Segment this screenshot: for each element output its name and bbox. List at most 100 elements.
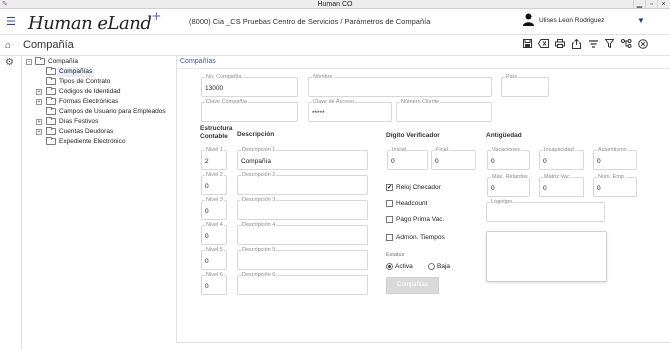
sort-icon[interactable] [585, 39, 602, 52]
checkbox-box[interactable] [386, 216, 393, 223]
descripcion-2-field[interactable]: Descripción 2 [237, 172, 368, 195]
nivel-5-field[interactable]: Nivel 5 0 [201, 247, 227, 270]
close-window-button[interactable]: × [657, 0, 669, 9]
checkbox-label: Pago Prima Vac. [396, 216, 445, 223]
minimize-button[interactable]: ▁ [633, 0, 645, 9]
close-circle-icon[interactable] [635, 39, 652, 52]
field-value: 0 [435, 158, 439, 165]
tree-item-dias-festivos[interactable]: + Días Festivos [24, 117, 174, 127]
radio-unselected[interactable] [428, 263, 435, 270]
window-controls: ▁ ▫ × [633, 0, 669, 9]
print-icon[interactable] [552, 39, 569, 52]
expand-toggle[interactable]: + [36, 119, 42, 125]
clave-compania-field[interactable]: Clave Compañía [201, 99, 298, 122]
tree-item-cuentas-deudoras[interactable]: + Cuentas Deudoras [24, 127, 174, 137]
field-label: Número Cliente [400, 99, 441, 106]
filter-icon[interactable] [602, 39, 619, 52]
pais-field[interactable]: País [501, 74, 549, 97]
left-rail-divider [21, 56, 22, 350]
ausentismo-field[interactable]: Ausentismo 0 [593, 147, 637, 170]
field-label: Incapacidad [543, 147, 575, 154]
field-value: 0 [205, 233, 209, 240]
clave-acceso-field[interactable]: Clave de Acceso ***** [308, 99, 392, 122]
section-divider [177, 68, 670, 69]
logo-preview-box[interactable] [486, 231, 607, 282]
field-label: Nivel 5 [205, 247, 224, 254]
export-icon[interactable] [569, 38, 586, 52]
field-label: Nivel 3 [205, 197, 224, 204]
field-label: Clave Compañía [205, 99, 248, 106]
vacaciones-field[interactable]: Vacaciones 0 [487, 147, 530, 170]
nivel-4-field[interactable]: Nivel 4 0 [201, 222, 227, 245]
field-value: 13000 [205, 85, 224, 92]
no-compania-field[interactable]: No. Compañía 13000 [201, 74, 298, 97]
checkbox-box[interactable] [386, 234, 393, 241]
expand-toggle[interactable]: + [36, 129, 42, 135]
field-value: 0 [205, 208, 209, 215]
field-label: No. Compañía [205, 74, 243, 81]
field-value: 0 [543, 185, 547, 192]
field-value: 0 [597, 158, 601, 165]
checkbox-box[interactable] [386, 200, 393, 207]
descripcion-5-field[interactable]: Descripción 5 [237, 247, 368, 270]
user-menu[interactable]: Ulises Leon Rodriguez ▼ [523, 13, 648, 29]
checkbox-label: Headcount [396, 200, 428, 207]
window-titlebar: ✎ Human CO ▁ ▫ × [0, 0, 670, 9]
field-value: 0 [597, 185, 601, 192]
descripcion-1-field[interactable]: Descripción 1 Compañía [237, 147, 368, 170]
radio-selected[interactable] [386, 263, 393, 270]
tree-item-companias[interactable]: Compañías [24, 67, 174, 77]
nivel-2-field[interactable]: Nivel 2 0 [201, 172, 227, 195]
field-value: 0 [491, 185, 495, 192]
tree-root[interactable]: − Compañía [24, 57, 174, 67]
menu-icon[interactable]: ☰ [6, 15, 16, 28]
home-icon[interactable]: ⌂ [5, 40, 11, 51]
inicial-field[interactable]: Inicial 0 [387, 147, 428, 170]
field-label: Logotipo [490, 199, 514, 206]
max-retardos-field[interactable]: Máx. Retardos 0 [487, 174, 530, 197]
final-field[interactable]: Final 0 [431, 147, 476, 170]
tree-item-expediente[interactable]: Expediente Electrónico [24, 137, 174, 147]
settings-icon[interactable]: ⚙ [5, 57, 14, 68]
app-logo: Human eLand+ [28, 9, 161, 34]
nombre-field[interactable]: Nombre [308, 74, 492, 97]
maximize-button[interactable]: ▫ [645, 0, 657, 9]
digito-verificador-heading: Dígito Verificador [386, 132, 440, 139]
nivel-3-field[interactable]: Nivel 3 0 [201, 197, 227, 220]
page-toolbar: ⌂ Compañía [0, 36, 670, 56]
descripcion-4-field[interactable]: Descripción 4 [237, 222, 368, 245]
collapse-toggle[interactable]: − [26, 59, 32, 65]
save-icon[interactable] [519, 39, 536, 52]
folder-icon [35, 57, 45, 65]
clear-icon[interactable] [536, 39, 553, 52]
breadcrumb: (8000) Cia _CS Pruebas Centro de Servici… [189, 17, 431, 26]
tree-item-tipos-contrato[interactable]: Tipos de Contrato [24, 77, 174, 87]
folder-icon [46, 97, 56, 105]
app-header: ☰ Human eLand+ (8000) Cia _CS Pruebas Ce… [0, 9, 670, 35]
expand-toggle[interactable]: + [36, 99, 42, 105]
logo-plus: + [151, 9, 161, 23]
chevron-down-icon[interactable]: ▼ [637, 16, 645, 25]
incapacidad-field[interactable]: Incapacidad 0 [539, 147, 584, 170]
checkbox-label: Reloj Checador [396, 184, 441, 191]
numero-cliente-field[interactable]: Número Cliente [396, 99, 492, 122]
companias-button[interactable]: Compañías [386, 277, 439, 294]
tree-item-formas-electronicas[interactable]: + Formas Electrónicas [24, 97, 174, 107]
field-value: 0 [491, 158, 495, 165]
nivel-1-field[interactable]: Nivel 1 2 [201, 147, 227, 170]
descripcion-6-field[interactable]: Descripción 6 [237, 272, 368, 295]
logotipo-field[interactable]: Logotipo [486, 199, 605, 222]
expand-toggle[interactable]: + [36, 89, 42, 95]
nivel-6-field[interactable]: Nivel 6 0 [201, 272, 227, 295]
folder-icon [46, 67, 56, 75]
descripcion-3-field[interactable]: Descripción 3 [237, 197, 368, 220]
tree-item-campos-usuario[interactable]: Campos de Usuario para Empleados [24, 107, 174, 117]
checkbox-box[interactable]: ✔ [386, 184, 393, 191]
tree-item-codigos-identidad[interactable]: + Códigos de Identidad [24, 87, 174, 97]
num-emp-field[interactable]: Núm. Emp. 0 [593, 174, 637, 197]
matriz-vac-field[interactable]: Matriz Vac. 0 [539, 174, 584, 197]
folder-icon [46, 117, 56, 125]
tree-item-label: Códigos de Identidad [59, 88, 121, 95]
field-label: Matriz Vac. [543, 174, 573, 181]
hierarchy-icon[interactable] [618, 39, 635, 52]
